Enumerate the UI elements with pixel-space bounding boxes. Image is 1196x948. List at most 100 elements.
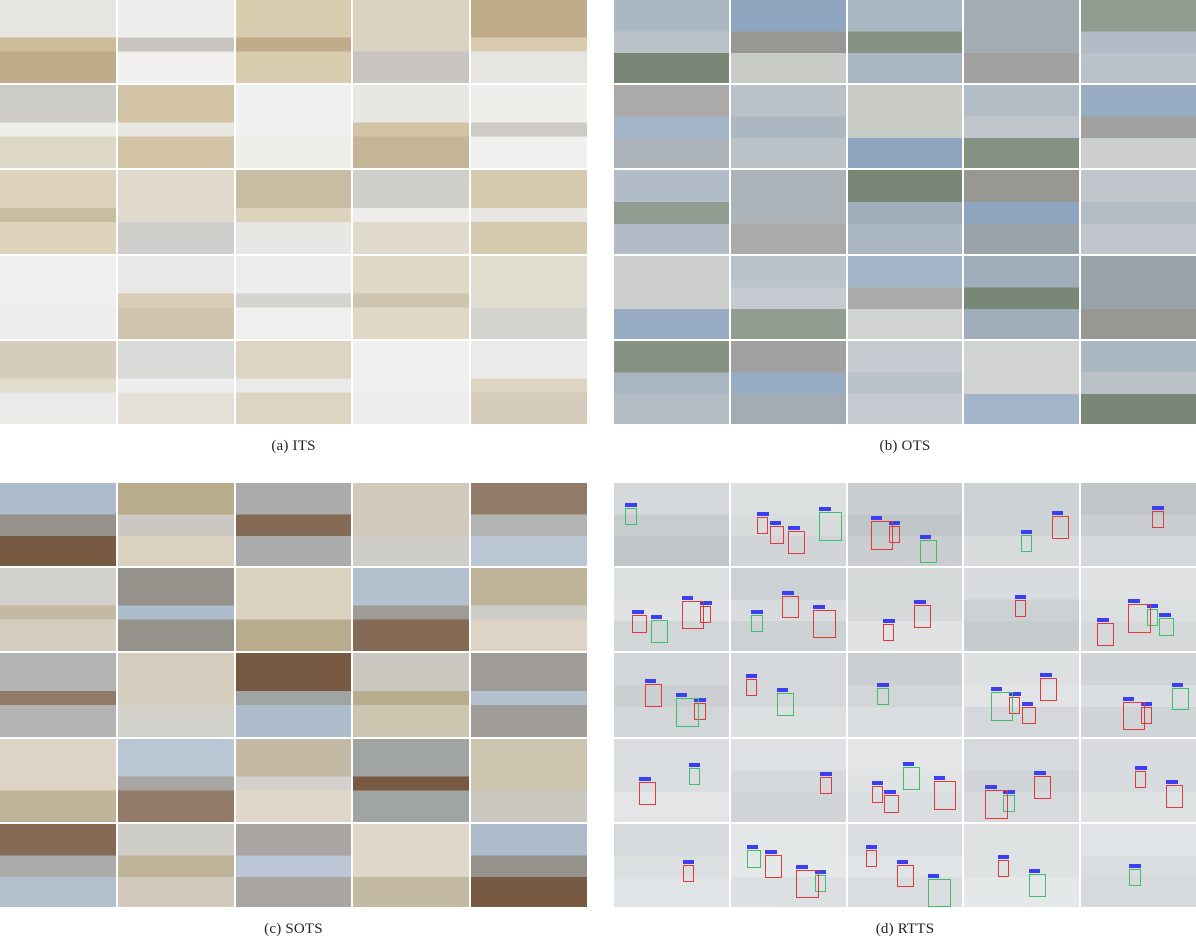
thumbnail-image — [1081, 340, 1196, 424]
thumbnail-image — [614, 653, 729, 737]
haze-overlay — [847, 483, 963, 567]
thumbnail-image — [964, 340, 1080, 424]
thumbnail-image — [235, 483, 352, 567]
detection-label-tag — [1034, 771, 1046, 776]
detection-box — [639, 781, 657, 805]
detection-box — [1051, 516, 1069, 540]
haze-overlay — [117, 85, 234, 169]
haze-overlay — [964, 340, 1080, 424]
haze-overlay — [471, 568, 587, 652]
detection-box — [865, 850, 878, 868]
detection-label-tag — [865, 845, 878, 850]
haze-overlay — [235, 170, 352, 254]
detection-label-tag — [1135, 766, 1147, 771]
thumbnail-image — [614, 0, 729, 84]
haze-overlay — [847, 0, 963, 84]
detection-label-tag — [902, 761, 915, 766]
detection-box — [919, 540, 937, 564]
detection-label-tag — [1040, 673, 1052, 678]
detection-label-tag — [769, 521, 782, 526]
thumbnail-image — [1081, 823, 1196, 907]
detection-box — [1028, 873, 1046, 897]
detection-box — [1135, 771, 1147, 788]
thumbnail-image — [471, 85, 587, 169]
detection-label-tag — [788, 526, 800, 531]
thumbnail-image — [353, 823, 470, 907]
thumbnail-image — [353, 255, 470, 339]
haze-overlay — [353, 738, 470, 822]
haze-overlay — [0, 738, 116, 822]
detection-label-tag — [776, 688, 789, 693]
haze-overlay — [0, 255, 116, 339]
detection-box — [650, 619, 668, 643]
detection-label-tag — [877, 683, 889, 688]
detection-box — [688, 767, 700, 785]
thumbnail-image — [730, 483, 846, 567]
thumbnail-image — [353, 568, 470, 652]
haze-overlay — [353, 255, 470, 339]
haze-overlay — [117, 340, 234, 424]
detection-label-tag — [870, 516, 883, 521]
haze-overlay — [730, 340, 846, 424]
detection-label-tag — [782, 590, 794, 595]
detection-box — [871, 786, 883, 803]
detection-box — [746, 850, 762, 869]
thumbnail-image — [730, 85, 846, 169]
thumbnail-image — [614, 85, 729, 169]
thumbnail-image — [235, 568, 352, 652]
detection-label-tag — [896, 859, 909, 864]
thumbnail-image — [471, 653, 587, 737]
thumbnail-image — [614, 170, 729, 254]
thumbnail-image — [235, 653, 352, 737]
detection-label-tag — [1152, 506, 1164, 511]
detection-box — [914, 604, 932, 628]
detection-box — [1021, 706, 1037, 725]
haze-overlay — [730, 170, 846, 254]
haze-overlay — [964, 170, 1080, 254]
haze-overlay — [353, 483, 470, 567]
detection-label-tag — [765, 850, 777, 855]
detection-box — [819, 512, 842, 541]
detection-label-tag — [639, 776, 651, 781]
haze-overlay — [117, 823, 234, 907]
detection-box — [1020, 535, 1032, 553]
haze-overlay — [471, 85, 587, 169]
detection-label-tag — [681, 595, 694, 600]
thumbnail-image — [353, 483, 470, 567]
haze-overlay — [471, 823, 587, 907]
haze-overlay — [1081, 255, 1196, 339]
detection-box — [769, 526, 785, 545]
thumbnail-image — [235, 823, 352, 907]
detection-box — [813, 609, 837, 639]
thumbnail-image — [730, 340, 846, 424]
haze-overlay — [1081, 483, 1196, 567]
haze-overlay — [235, 823, 352, 907]
haze-overlay — [0, 483, 116, 567]
haze-overlay — [730, 85, 846, 169]
thumbnail-image — [847, 170, 963, 254]
haze-overlay — [353, 823, 470, 907]
haze-overlay — [235, 738, 352, 822]
haze-overlay — [0, 0, 116, 84]
haze-overlay — [964, 255, 1080, 339]
thumbnail-image — [847, 823, 963, 907]
thumbnail-image — [117, 340, 234, 424]
haze-overlay — [235, 653, 352, 737]
thumbnail-image — [117, 738, 234, 822]
haze-overlay — [1081, 170, 1196, 254]
thumbnail-image — [353, 85, 470, 169]
detection-box — [896, 864, 914, 888]
detection-box — [1122, 701, 1146, 731]
thumbnail-image — [471, 0, 587, 84]
haze-overlay — [0, 85, 116, 169]
detection-box — [675, 698, 699, 727]
thumbnail-image — [964, 823, 1080, 907]
haze-overlay — [117, 0, 234, 84]
thumbnail-image — [235, 340, 352, 424]
detection-box — [870, 521, 894, 550]
detection-box — [788, 531, 806, 555]
thumbnail-image — [471, 483, 587, 567]
thumbnail-image — [353, 0, 470, 84]
haze-overlay — [117, 170, 234, 254]
thumbnail-image — [847, 653, 963, 737]
